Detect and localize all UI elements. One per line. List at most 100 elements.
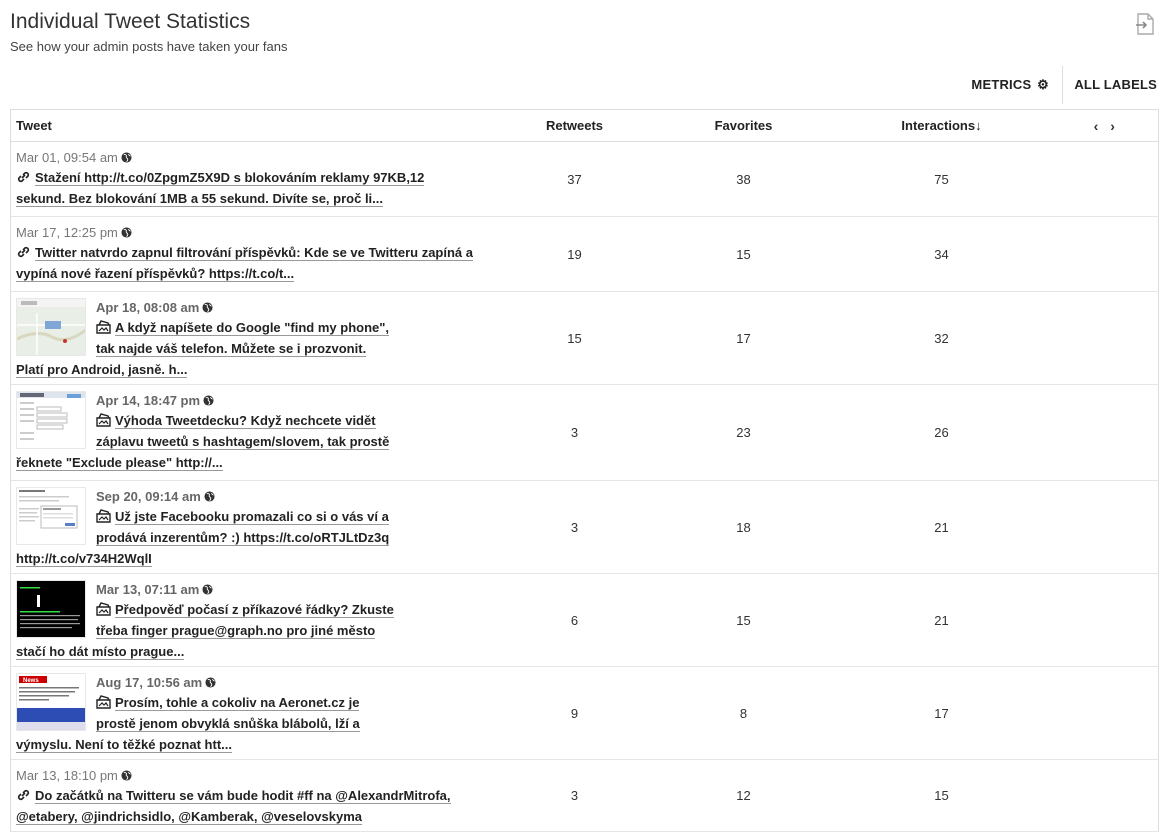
tweet-cell: Mar 13, 18:10 pm Do začátků na Twitteru s…: [10, 759, 491, 832]
pager-cell: [1054, 759, 1159, 832]
globe-icon: [202, 584, 213, 595]
photo-icon: [96, 320, 111, 334]
photo-icon: [96, 695, 111, 709]
tweet-cell: Mar 01, 09:54 am Stažení http://t.co/0Zpg…: [10, 141, 491, 217]
tweet-date: Aug 17, 10:56 am: [16, 674, 486, 692]
retweets-cell: 3: [490, 480, 659, 574]
retweets-cell: 15: [490, 291, 659, 385]
interactions-cell: 21: [828, 573, 1055, 667]
col-header-pager: ‹ ›: [1054, 109, 1159, 142]
favorites-cell: 17: [658, 291, 829, 385]
gear-icon: ⚙: [1037, 77, 1049, 92]
photo-icon: [96, 413, 111, 427]
tweet-date-text: Sep 20, 09:14 am: [96, 489, 201, 504]
favorites-cell: 15: [658, 216, 829, 292]
interactions-cell: 34: [828, 216, 1055, 292]
tweet-date: Mar 13, 18:10 pm: [16, 767, 486, 785]
tweet-cell: Mar 13, 07:11 am Předpověď počasí z příka…: [10, 573, 491, 667]
tweet-cell: Sep 20, 09:14 am Už jste Facebooku promaz…: [10, 480, 491, 574]
tweet-text-link[interactable]: Twitter natvrdo zapnul filtrování příspě…: [16, 245, 473, 282]
favorites-cell: 23: [658, 384, 829, 481]
photo-icon: [96, 509, 111, 523]
tweet-date-text: Aug 17, 10:56 am: [96, 675, 203, 690]
tweet-thumbnail[interactable]: [16, 487, 86, 545]
export-icon[interactable]: [1135, 13, 1155, 35]
tweet-cell: Mar 17, 12:25 pm Twitter natvrdo zapnul f…: [10, 216, 491, 292]
globe-icon: [202, 302, 213, 313]
retweets-cell: 6: [490, 573, 659, 667]
pager-cell: [1054, 573, 1159, 667]
tweet-cell: Apr 14, 18:47 pm Výhoda Tweetdecku? Když …: [10, 384, 491, 481]
globe-icon: [121, 770, 132, 781]
pager-cell: [1054, 666, 1159, 760]
favorites-cell: 38: [658, 141, 829, 217]
tweet-cell: Apr 18, 08:08 am A když napíšete do Googl…: [10, 291, 491, 385]
favorites-cell: 18: [658, 480, 829, 574]
tweet-text[interactable]: Twitter natvrdo zapnul filtrování příspě…: [16, 242, 476, 284]
tweet-date: Mar 17, 12:25 pm: [16, 224, 486, 242]
tweet-text[interactable]: Do začátků na Twitteru se vám bude hodit…: [16, 785, 476, 827]
interactions-cell: 15: [828, 759, 1055, 832]
tweet-thumbnail[interactable]: [16, 580, 86, 638]
col-header-favorites[interactable]: Favorites: [658, 109, 829, 142]
toolbar: METRICS ⚙ ALL LABELS: [0, 60, 1169, 108]
interactions-cell: 32: [828, 291, 1055, 385]
tweet-date: Sep 20, 09:14 am: [16, 488, 486, 506]
link-icon: [17, 789, 30, 801]
table-row[interactable]: Mar 13, 18:10 pm Do začátků na Twitteru s…: [10, 759, 1159, 832]
pager-cell: [1054, 216, 1159, 292]
tweet-date: Apr 18, 08:08 am: [16, 299, 486, 317]
tweet-text-link[interactable]: Do začátků na Twitteru se vám bude hodit…: [16, 788, 451, 825]
table-row[interactable]: Mar 01, 09:54 am Stažení http://t.co/0Zpg…: [10, 141, 1159, 217]
globe-icon: [204, 491, 215, 502]
interactions-cell: 26: [828, 384, 1055, 481]
globe-icon: [121, 227, 132, 238]
interactions-cell: 75: [828, 141, 1055, 217]
tweet-thumbnail[interactable]: [16, 391, 86, 449]
col-header-interactions[interactable]: Interactions↓: [828, 109, 1055, 142]
table-row[interactable]: News Aug 17, 10:56 am Prosím, tohle a coko…: [10, 666, 1159, 760]
tweet-stats-table: Tweet Retweets Favorites Interactions↓ ‹…: [10, 109, 1159, 832]
globe-icon: [121, 152, 132, 163]
table-row[interactable]: Apr 14, 18:47 pm Výhoda Tweetdecku? Když …: [10, 384, 1159, 481]
globe-icon: [205, 677, 216, 688]
page-header: Individual Tweet Statistics See how your…: [0, 0, 1169, 60]
pager-cell: [1054, 141, 1159, 217]
pager-cell: [1054, 291, 1159, 385]
col-header-retweets[interactable]: Retweets: [490, 109, 659, 142]
col-header-tweet[interactable]: Tweet: [10, 109, 491, 142]
all-labels-button[interactable]: ALL LABELS: [1074, 77, 1157, 92]
tweet-cell: News Aug 17, 10:56 am Prosím, tohle a coko…: [10, 666, 491, 760]
tweet-date-text: Apr 18, 08:08 am: [96, 300, 200, 315]
toolbar-divider: [1062, 66, 1063, 104]
tweet-date-text: Mar 13, 18:10 pm: [16, 768, 118, 783]
favorites-cell: 15: [658, 573, 829, 667]
retweets-cell: 9: [490, 666, 659, 760]
tweet-text[interactable]: Stažení http://t.co/0ZpgmZ5X9D s bloková…: [16, 167, 476, 209]
interactions-cell: 17: [828, 666, 1055, 760]
favorites-cell: 12: [658, 759, 829, 832]
tweet-thumbnail[interactable]: [16, 298, 86, 356]
retweets-cell: 3: [490, 759, 659, 832]
tweet-date: Mar 01, 09:54 am: [16, 149, 486, 167]
page-subtitle: See how your admin posts have taken your…: [10, 39, 288, 54]
column-pager-arrows[interactable]: ‹ ›: [1094, 118, 1119, 134]
svg-text:News: News: [23, 678, 39, 684]
retweets-cell: 37: [490, 141, 659, 217]
tweet-date-text: Mar 01, 09:54 am: [16, 150, 118, 165]
globe-icon: [203, 395, 214, 406]
favorites-cell: 8: [658, 666, 829, 760]
tweet-date-text: Mar 13, 07:11 am: [96, 582, 200, 597]
retweets-cell: 19: [490, 216, 659, 292]
link-icon: [17, 246, 30, 258]
pager-cell: [1054, 384, 1159, 481]
table-row[interactable]: Mar 17, 12:25 pm Twitter natvrdo zapnul f…: [10, 216, 1159, 292]
table-row[interactable]: Mar 13, 07:11 am Předpověď počasí z příka…: [10, 573, 1159, 667]
metrics-button[interactable]: METRICS ⚙: [971, 77, 1049, 93]
table-row[interactable]: Sep 20, 09:14 am Už jste Facebooku promaz…: [10, 480, 1159, 574]
tweet-thumbnail[interactable]: News: [16, 673, 86, 731]
table-row[interactable]: Apr 18, 08:08 am A když napíšete do Googl…: [10, 291, 1159, 385]
interactions-cell: 21: [828, 480, 1055, 574]
tweet-text-link[interactable]: Stažení http://t.co/0ZpgmZ5X9D s bloková…: [16, 170, 425, 207]
tweet-date: Mar 13, 07:11 am: [16, 581, 486, 599]
